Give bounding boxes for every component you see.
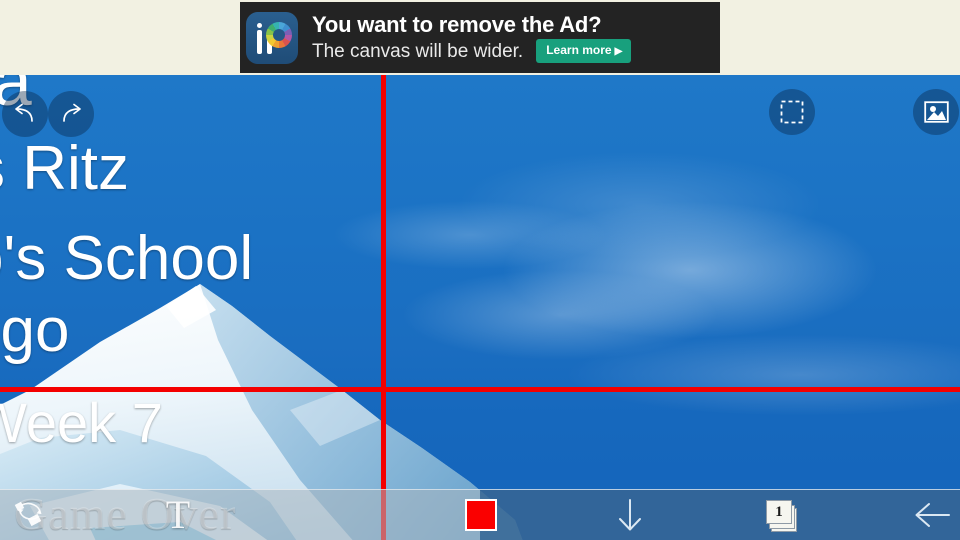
redo-button[interactable] xyxy=(48,91,94,137)
toolbar-right-panel xyxy=(480,490,960,540)
transform-rotate-icon xyxy=(13,498,47,532)
icon-letter-i-dot xyxy=(257,22,262,28)
advertisement-banner[interactable]: You want to remove the Ad? The canvas wi… xyxy=(240,2,720,73)
redo-icon xyxy=(58,103,84,125)
canvas-text-line-2[interactable]: s Ritz xyxy=(0,133,129,204)
horizontal-guide-line[interactable] xyxy=(0,387,960,392)
learn-more-button[interactable]: Learn more ▶ xyxy=(536,39,632,63)
transform-tool-button[interactable] xyxy=(4,490,56,540)
ad-subline: The canvas will be wider. xyxy=(312,40,524,62)
canvas-text-line-3[interactable]: co's School xyxy=(0,223,253,294)
ipainter-app-window: You want to remove the Ad? The canvas wi… xyxy=(0,0,960,540)
bottom-toolbar: Game Over T 1 xyxy=(0,489,960,540)
layers-count-label: 1 xyxy=(775,503,783,520)
text-tool-icon: T xyxy=(165,492,191,537)
current-color-swatch xyxy=(465,499,497,531)
vertical-guide-line[interactable] xyxy=(381,75,386,540)
download-arrow-icon xyxy=(615,498,645,532)
color-wheel-icon xyxy=(266,21,292,48)
layer-page-front: 1 xyxy=(766,500,792,524)
text-tool-button[interactable]: T xyxy=(152,490,204,540)
ad-bar-zone: You want to remove the Ad? The canvas wi… xyxy=(0,0,960,75)
layers-stack-icon: 1 xyxy=(766,498,800,532)
back-arrow-icon xyxy=(913,500,951,530)
photo-import-icon xyxy=(923,101,949,123)
drawing-canvas[interactable]: isrea s Ritz co's School ego Week 7 xyxy=(0,75,960,540)
learn-more-label: Learn more xyxy=(546,43,612,57)
marquee-select-icon xyxy=(780,100,804,124)
canvas-text-line-4[interactable]: ego xyxy=(0,295,69,366)
canvas-text-line-5[interactable]: Week 7 xyxy=(0,390,163,455)
ad-text-block: You want to remove the Ad? The canvas wi… xyxy=(312,12,720,63)
marquee-select-button[interactable] xyxy=(769,89,815,135)
undo-icon xyxy=(12,103,38,125)
icon-letter-i-stem xyxy=(257,29,262,54)
caret-right-icon: ▶ xyxy=(614,46,623,57)
undo-button[interactable] xyxy=(2,91,48,137)
layers-button[interactable]: 1 xyxy=(757,490,809,540)
ad-headline: You want to remove the Ad? xyxy=(312,12,602,37)
ad-subline-row: The canvas will be wider. Learn more ▶ xyxy=(312,39,720,63)
color-swatch-button[interactable] xyxy=(455,490,507,540)
ipainter-app-icon xyxy=(246,11,298,64)
back-button[interactable] xyxy=(906,490,958,540)
photo-import-button[interactable] xyxy=(913,89,959,135)
download-button[interactable] xyxy=(604,490,656,540)
